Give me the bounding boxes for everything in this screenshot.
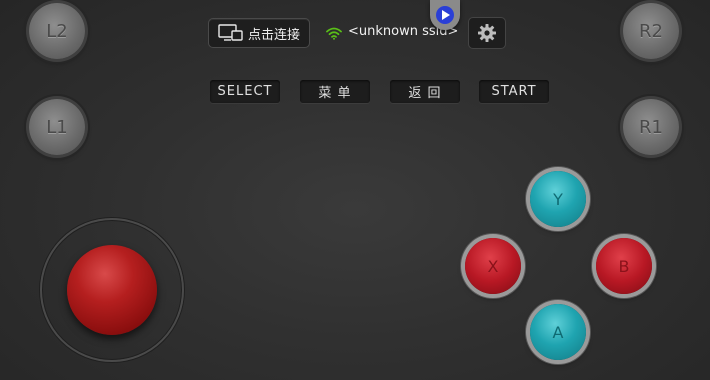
a-label: A xyxy=(552,322,564,342)
back-label: 返 回 xyxy=(408,86,442,101)
b-label: B xyxy=(618,256,630,276)
r2-label: R2 xyxy=(639,20,663,42)
l1-label: L1 xyxy=(46,116,68,138)
r1-label: R1 xyxy=(639,116,663,138)
menu-button[interactable]: 菜 单 xyxy=(300,80,370,103)
back-button[interactable]: 返 回 xyxy=(390,80,460,103)
l2-button[interactable]: L2 xyxy=(29,3,85,59)
r2-button[interactable]: R2 xyxy=(623,3,679,59)
select-button[interactable]: SELECT xyxy=(210,80,280,103)
x-button[interactable]: X xyxy=(465,238,521,294)
gear-icon xyxy=(478,24,496,42)
a-button[interactable]: A xyxy=(530,304,586,360)
start-button[interactable]: START xyxy=(479,80,549,103)
settings-button[interactable] xyxy=(468,17,506,49)
connect-button[interactable]: 点击连接 xyxy=(208,18,310,48)
wifi-icon xyxy=(326,25,342,44)
l1-button[interactable]: L1 xyxy=(29,99,85,155)
b-button[interactable]: B xyxy=(596,238,652,294)
screen-connect-icon xyxy=(218,24,243,41)
x-label: X xyxy=(487,256,499,276)
play-button[interactable] xyxy=(430,0,460,30)
menu-label: 菜 单 xyxy=(318,86,352,101)
select-label: SELECT xyxy=(217,84,273,99)
connect-label: 点击连接 xyxy=(247,27,300,43)
start-label: START xyxy=(491,84,537,99)
play-icon xyxy=(436,6,454,24)
y-button[interactable]: Y xyxy=(530,171,586,227)
joystick-knob[interactable] xyxy=(67,245,157,335)
r1-button[interactable]: R1 xyxy=(623,99,679,155)
l2-label: L2 xyxy=(46,20,68,42)
y-label: Y xyxy=(553,189,563,209)
